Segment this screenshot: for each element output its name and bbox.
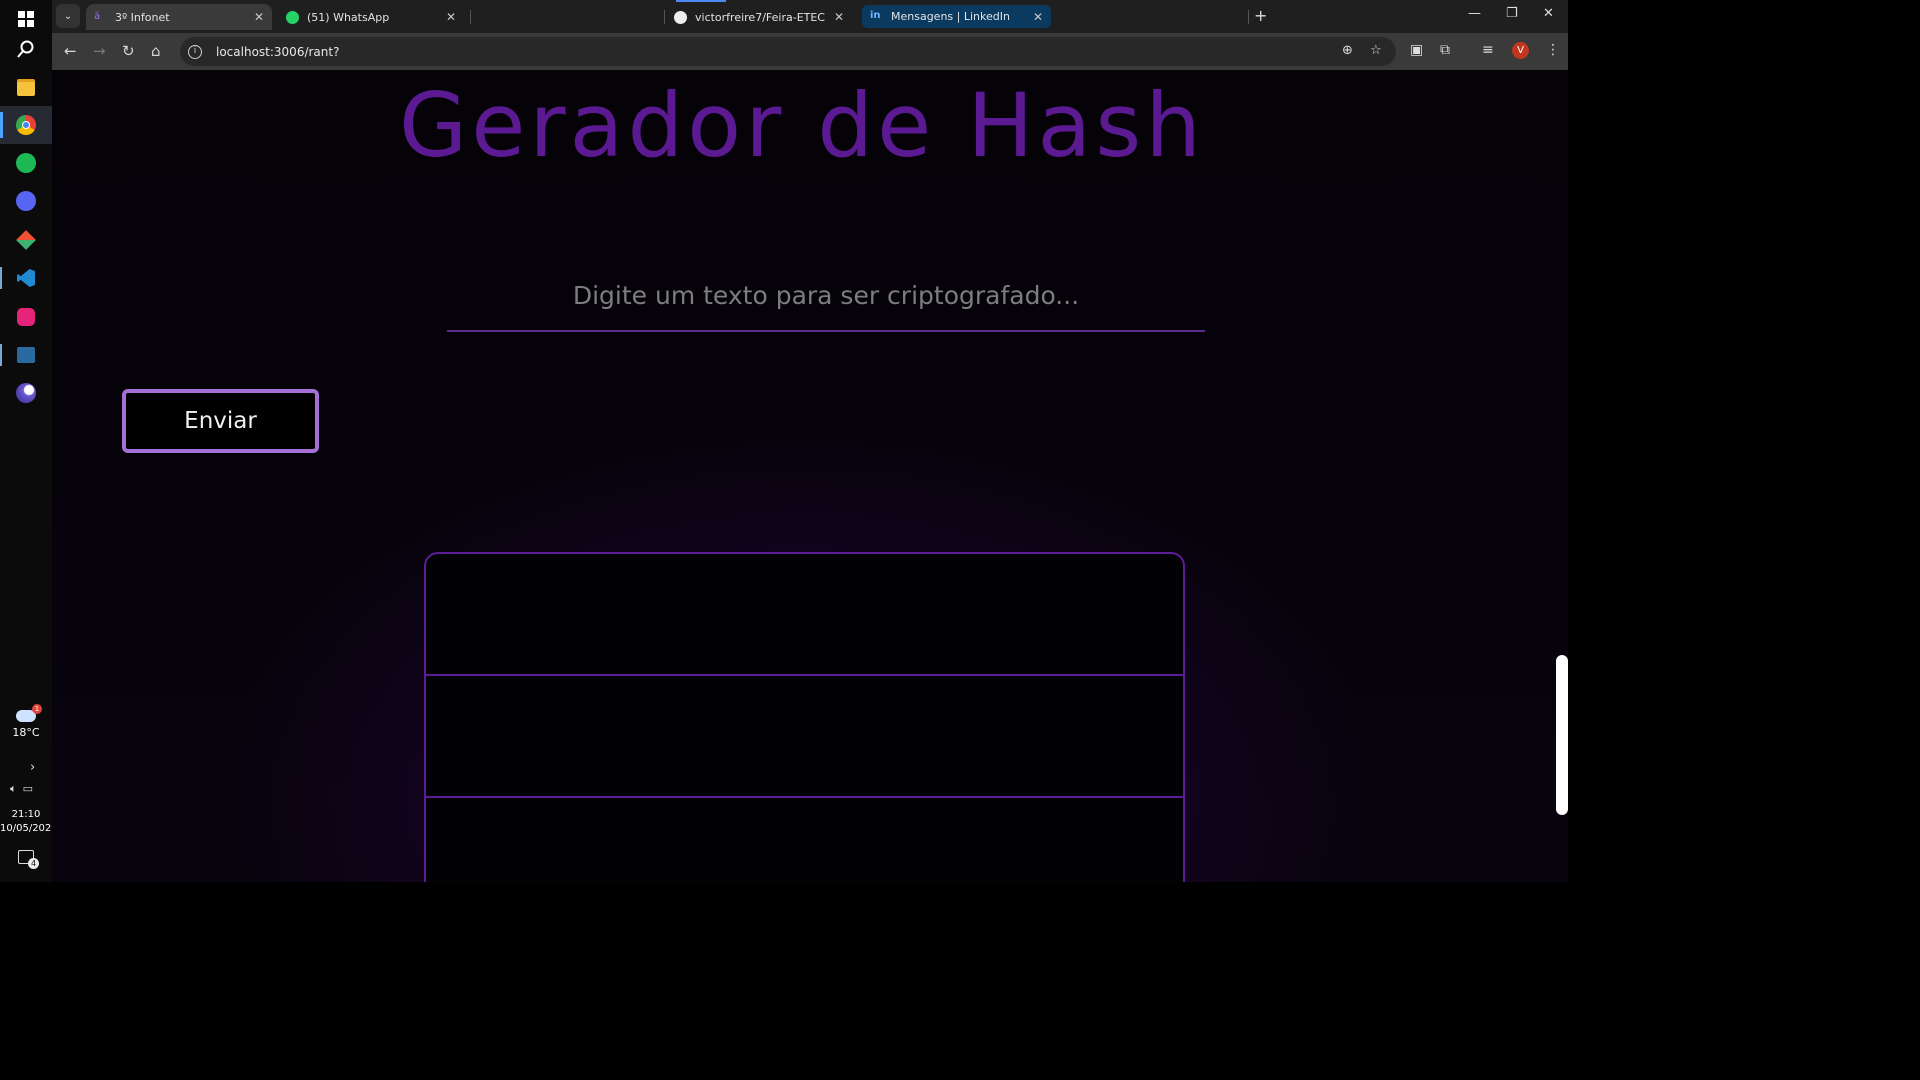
page-title: Gerador de Hash [399, 74, 1205, 177]
tab-title: Mensagens | LinkedIn [891, 10, 1010, 23]
network-icon[interactable]: ▭ [23, 782, 33, 796]
media-controls-icon[interactable]: ≡ [1482, 42, 1494, 58]
database-workbench-icon[interactable] [0, 336, 52, 374]
chevron-down-icon: ⌄ [63, 10, 73, 22]
tab-whatsapp[interactable]: (51) WhatsApp ✕ [278, 4, 464, 30]
sidebar-icon[interactable]: ▣ [1410, 42, 1423, 58]
weather-widget[interactable]: 1 18°C [0, 704, 52, 739]
windows-taskbar: 1 18°C › 🔈︎ ▭ 21:10 10/05/2025 4 [0, 0, 58, 882]
spotify-icon[interactable] [0, 144, 52, 182]
profile-avatar[interactable]: V [1512, 42, 1529, 59]
browser-toolbar: ← → ↻ ⌂ i localhost:3006/rant? ⊕ ☆ ▣ ⧉ ≡… [52, 33, 1568, 70]
back-arrow-icon[interactable]: ← [64, 42, 77, 60]
search-icon[interactable] [0, 30, 52, 68]
close-window-icon[interactable]: ✕ [1543, 6, 1554, 21]
wamp-icon[interactable] [0, 298, 52, 336]
tab-title: 3º Infonet [115, 10, 170, 24]
minimize-icon[interactable]: — [1468, 6, 1481, 21]
zoom-icon[interactable]: ⊕ [1342, 43, 1353, 58]
hash-text-input[interactable] [447, 260, 1205, 332]
weather-temp: 18°C [12, 726, 40, 739]
hash-results-panel [424, 552, 1185, 882]
tray-chevron-icon[interactable]: › [30, 760, 35, 775]
tab-divider [664, 10, 665, 24]
restore-icon[interactable]: ❐ [1506, 6, 1518, 21]
weather-badge: 1 [32, 704, 42, 714]
notification-center-icon[interactable]: 4 [18, 850, 39, 869]
tab-infonet[interactable]: ä 3º Infonet ✕ [86, 4, 272, 30]
clock-time: 21:10 [11, 809, 41, 820]
chrome-icon[interactable] [0, 106, 52, 144]
close-icon[interactable]: ✕ [446, 10, 456, 24]
tab-github[interactable]: victorfreire7/Feira-ETEC ✕ [666, 4, 852, 30]
reload-icon[interactable]: ↻ [122, 42, 135, 60]
bookmark-star-icon[interactable]: ☆ [1370, 43, 1382, 58]
tab-search-button[interactable]: ⌄ [56, 4, 80, 28]
result-row [426, 798, 1183, 882]
page-viewport: Gerador de Hash Enviar [52, 70, 1568, 882]
clock-date: 10/05/2025 [0, 823, 58, 834]
file-explorer-icon[interactable] [0, 68, 52, 106]
send-button[interactable]: Enviar [122, 389, 319, 453]
result-row [426, 554, 1183, 676]
address-bar[interactable]: i localhost:3006/rant? ⊕ ☆ [180, 37, 1396, 66]
extensions-icon[interactable]: ⧉ [1440, 42, 1450, 58]
notification-count: 4 [28, 858, 39, 869]
close-icon[interactable]: ✕ [1033, 10, 1043, 24]
close-icon[interactable]: ✕ [834, 10, 844, 24]
forward-arrow-icon[interactable]: → [93, 42, 106, 60]
site-info-icon[interactable]: i [188, 44, 202, 59]
browser-tab-strip: ⌄ ä 3º Infonet ✕ (51) WhatsApp ✕ victorf… [52, 0, 1568, 33]
github-icon [674, 10, 687, 24]
tab-linkedin[interactable]: in Mensagens | LinkedIn ✕ [862, 5, 1051, 28]
page-scrollbar[interactable] [1556, 655, 1568, 815]
url-text[interactable]: localhost:3006/rant? [216, 45, 339, 59]
taskbar-clock[interactable]: 21:10 10/05/2025 [0, 808, 58, 836]
result-row [426, 676, 1183, 798]
tab-divider [1248, 10, 1249, 24]
tab-title: victorfreire7/Feira-ETEC [695, 10, 825, 24]
new-tab-button[interactable]: + [1254, 6, 1267, 25]
tab-divider [470, 10, 471, 24]
infonet-favicon-icon: ä [94, 10, 101, 22]
whatsapp-icon [286, 10, 299, 24]
system-tray: 🔈︎ ▭ [10, 782, 33, 796]
tab-loading-indicator [676, 0, 726, 2]
vscode-icon[interactable] [0, 259, 52, 297]
more-menu-icon[interactable]: ⋮ [1546, 42, 1560, 58]
git-client-icon[interactable] [0, 221, 52, 259]
close-icon[interactable]: ✕ [254, 10, 264, 24]
home-icon[interactable]: ⌂ [151, 42, 161, 60]
browser-app-icon[interactable] [0, 374, 52, 412]
discord-icon[interactable] [0, 182, 52, 220]
cloud-icon: 1 [16, 704, 42, 722]
volume-icon[interactable]: 🔈︎ [10, 782, 17, 796]
linkedin-icon: in [870, 10, 881, 21]
tab-title: (51) WhatsApp [307, 10, 390, 24]
